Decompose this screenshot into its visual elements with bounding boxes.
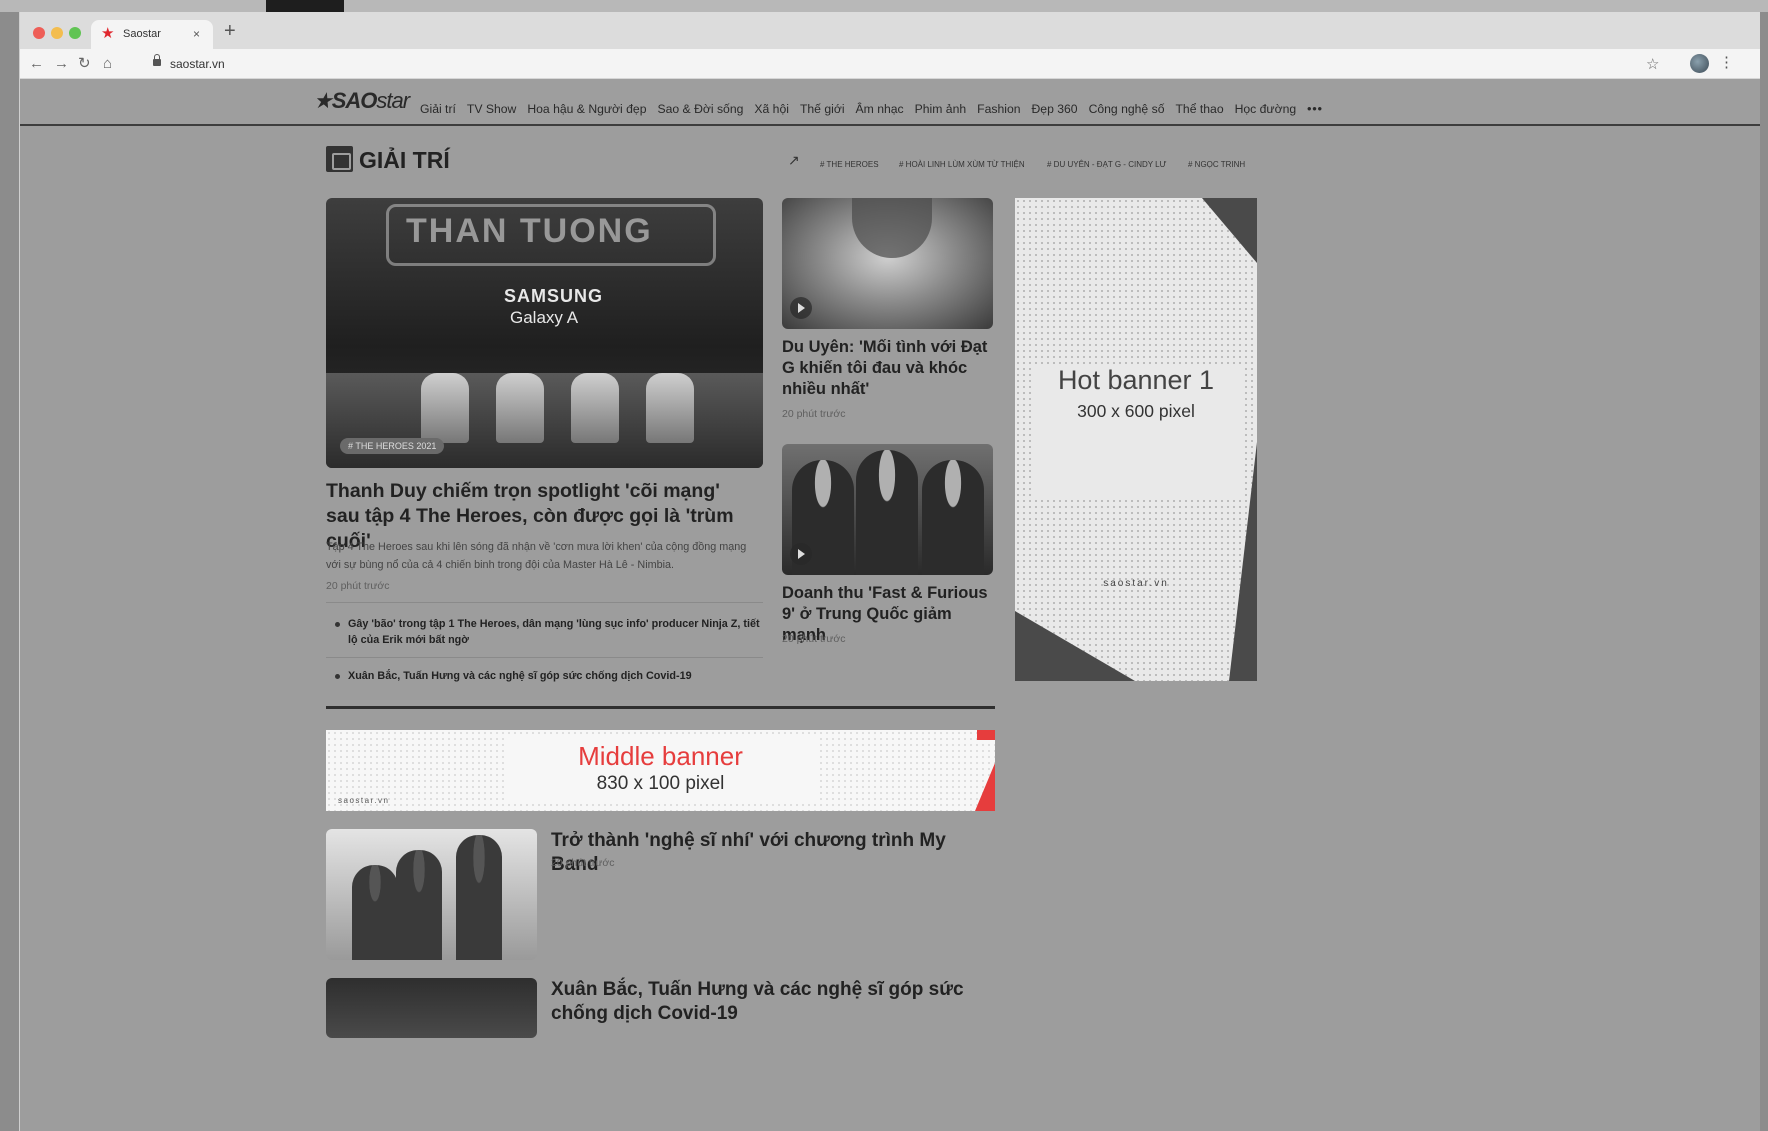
article-image[interactable] — [782, 444, 993, 575]
trending-icon: ↗ — [788, 152, 800, 168]
article-time: 20 phút trước — [551, 857, 615, 869]
feature-time: 20 phút trước — [326, 580, 390, 592]
site-header: ★SAOstar Giải trí TV Show Hoa hậu & Ngườ… — [20, 79, 1760, 126]
feature-summary: Tập 4 The Heroes sau khi lên sóng đã nhậ… — [326, 541, 747, 571]
chair — [496, 373, 544, 443]
bullet-icon — [335, 622, 340, 627]
divider — [326, 602, 763, 603]
photo-person — [352, 865, 398, 960]
hot-banner-title: Hot banner 1 — [1057, 365, 1215, 395]
photo-detail — [852, 198, 932, 258]
browser-toolbar: ← → ↻ ⌂ saostar.vn ☆ ⋮ — [20, 49, 1760, 79]
browser-tab[interactable]: ★ Saostar × — [91, 20, 213, 49]
address-bar[interactable]: saostar.vn — [170, 57, 225, 71]
reload-icon[interactable]: ↻ — [78, 55, 91, 72]
desktop-window-edge — [266, 0, 344, 12]
nav-item-the-gioi[interactable]: Thế giới — [800, 102, 845, 116]
article-image[interactable] — [326, 978, 537, 1038]
nav-item-am-nhac[interactable]: Âm nhạc — [856, 102, 904, 116]
banner-shape — [1202, 198, 1257, 263]
related-article[interactable]: Xuân Bắc, Tuấn Hưng và các nghệ sĩ góp s… — [335, 668, 765, 684]
hot-banner-size: 300 x 600 pixel — [1077, 401, 1195, 421]
article-title[interactable]: Xuân Bắc, Tuấn Hưng và các nghệ sĩ góp s… — [551, 978, 991, 1026]
hot-banner-brand: saostar.vn — [1103, 578, 1169, 589]
photo-person — [922, 460, 984, 575]
related-article[interactable]: Gây 'bão' trong tập 1 The Heroes, dân mạ… — [335, 616, 765, 648]
main-nav: Giải trí TV Show Hoa hậu & Người đẹp Sao… — [420, 102, 1323, 116]
image-tag[interactable]: # THE HEROES 2021 — [340, 438, 445, 454]
new-tab-button[interactable]: + — [224, 21, 236, 41]
photo-person — [856, 450, 918, 575]
bullet-icon — [335, 674, 340, 679]
section-rule — [326, 706, 995, 709]
section-title[interactable]: GIẢI TRÍ — [359, 147, 450, 174]
site-logo[interactable]: ★SAOstar — [313, 88, 410, 114]
article-title[interactable]: Trở thành 'nghệ sĩ nhí' với chương trình… — [551, 829, 991, 877]
home-icon[interactable]: ⌂ — [103, 55, 112, 72]
nav-item-xa-hoi[interactable]: Xã hội — [754, 102, 789, 116]
star-favicon-icon: ★ — [101, 25, 115, 42]
nav-item-hoa-hau[interactable]: Hoa hậu & Người đẹp — [527, 102, 646, 116]
star-icon[interactable]: ☆ — [1646, 55, 1659, 73]
chair — [421, 373, 469, 443]
chair — [571, 373, 619, 443]
banner-shape — [977, 730, 995, 740]
middle-banner-brand: saostar.vn — [338, 796, 390, 805]
nav-item-hoc-duong[interactable]: Học đường — [1235, 102, 1297, 116]
profile-avatar[interactable] — [1690, 54, 1709, 73]
neon-sign-text: THAN TUONG — [406, 212, 653, 250]
image-sub-text: Galaxy A — [510, 308, 579, 327]
lock-icon[interactable] — [153, 54, 161, 66]
nav-item-cong-nghe-so[interactable]: Công nghệ số — [1089, 102, 1165, 116]
play-icon[interactable] — [790, 297, 812, 319]
forward-icon[interactable]: → — [54, 55, 69, 72]
tab-close-icon[interactable]: × — [193, 27, 200, 41]
section-icon — [326, 146, 353, 172]
nav-item-the-thao[interactable]: Thể thao — [1175, 102, 1223, 116]
nav-item-fashion[interactable]: Fashion — [977, 102, 1020, 116]
nav-item-dep-360[interactable]: Đẹp 360 — [1032, 102, 1078, 116]
banner-shape — [1015, 611, 1135, 681]
photo-person — [456, 835, 502, 960]
browser-window: ★ Saostar × + ← → ↻ ⌂ saostar.vn ☆ ⋮ ★SA… — [19, 12, 1760, 1131]
tab-title: Saostar — [123, 28, 161, 40]
maximize-window-button[interactable] — [69, 27, 81, 39]
kebab-icon[interactable]: ⋮ — [1719, 53, 1734, 71]
back-icon[interactable]: ← — [29, 55, 44, 72]
article-image[interactable] — [782, 198, 993, 329]
chair — [646, 373, 694, 443]
nav-item-sao-doi-song[interactable]: Sao & Đời sống — [657, 102, 743, 116]
divider — [326, 657, 763, 658]
feature-image[interactable]: THAN TUONG SAMSUNG Galaxy A # THE HEROES… — [326, 198, 763, 468]
photo-person — [396, 850, 442, 960]
article-image[interactable] — [326, 829, 537, 960]
middle-banner-title: Middle banner — [578, 741, 743, 771]
banner-shape — [1229, 442, 1257, 681]
trending-tag[interactable]: # NGỌC TRINH — [1188, 160, 1245, 169]
article-time: 20 phút trước — [782, 408, 846, 420]
trending-tag[interactable]: # THE HEROES — [820, 160, 879, 169]
minimize-window-button[interactable] — [51, 27, 63, 39]
article-time: 20 phút trước — [782, 633, 846, 645]
trending-tag[interactable]: # HOÀI LINH LÙM XÙM TỪ THIỆN — [899, 160, 1025, 169]
middle-banner-ad[interactable]: Middle banner 830 x 100 pixel saostar.vn — [326, 730, 995, 811]
close-window-button[interactable] — [33, 27, 45, 39]
more-menu-button[interactable]: ••• — [1307, 102, 1323, 116]
image-brand-text: SAMSUNG — [504, 286, 604, 306]
nav-item-tv-show[interactable]: TV Show — [467, 102, 516, 116]
tab-strip: ★ Saostar × + — [20, 12, 1760, 49]
middle-banner-size: 830 x 100 pixel — [596, 773, 725, 794]
hot-banner-ad[interactable]: Hot banner 1 300 x 600 pixel saostar.vn — [1015, 198, 1257, 681]
trending-tag[interactable]: # DU UYÊN - ĐẠT G - CINDY LƯ — [1047, 160, 1166, 169]
nav-item-giai-tri[interactable]: Giải trí — [420, 102, 456, 116]
play-icon[interactable] — [790, 543, 812, 565]
article-title[interactable]: Du Uyên: 'Mối tình với Đạt G khiến tôi đ… — [782, 337, 997, 400]
nav-item-phim-anh[interactable]: Phim ảnh — [915, 102, 967, 116]
